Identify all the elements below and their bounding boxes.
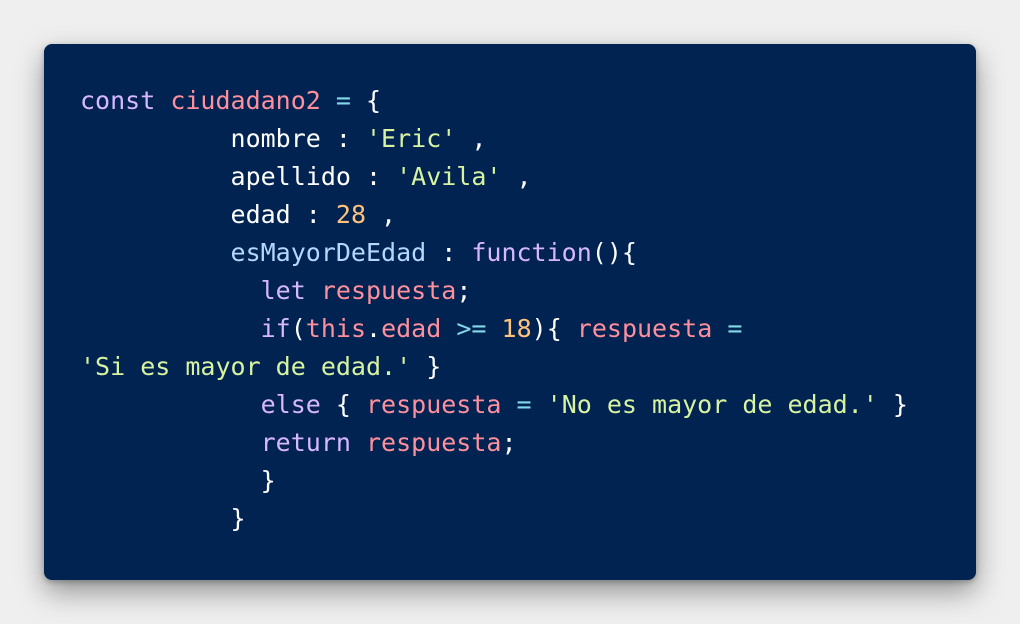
code-token-var: this	[305, 314, 367, 343]
code-token-kw: return	[260, 428, 351, 457]
code-token-punc: :	[350, 162, 397, 191]
code-token-func: esMayorDeEdad	[230, 238, 427, 267]
code-line: 'Si es mayor de edad.' }	[80, 348, 908, 386]
code-token-punc: ;	[501, 428, 517, 457]
code-token-punc: .	[366, 314, 382, 343]
code-line: apellido : 'Avila' ,	[80, 158, 908, 196]
code-line: if(this.edad >= 18){ respuesta =	[80, 310, 908, 348]
code-token-var: respuesta	[576, 314, 713, 343]
code-token-prop: nombre	[230, 124, 321, 153]
code-line: return respuesta;	[80, 424, 908, 462]
code-token-punc: (){	[591, 238, 637, 267]
code-token-punc: ,	[501, 162, 532, 191]
code-token-punc: :	[290, 200, 336, 229]
code-token-str: 'Si es mayor de edad.'	[80, 352, 412, 381]
code-token-op: =	[516, 390, 532, 419]
code-token-kw: const	[80, 86, 156, 115]
code-token-kw: function	[471, 238, 592, 267]
code-token-kw: if	[260, 314, 291, 343]
code-token-punc: ,	[366, 200, 397, 229]
code-line: const ciudadano2 = {	[80, 82, 908, 120]
code-token-punc: ,	[456, 124, 487, 153]
code-token-punc: }	[411, 352, 442, 381]
code-line: else { respuesta = 'No es mayor de edad.…	[80, 386, 908, 424]
code-token-prop: apellido	[230, 162, 351, 191]
code-line: esMayorDeEdad : function(){	[80, 234, 908, 272]
code-token-op: =	[727, 314, 743, 343]
code-line: edad : 28 ,	[80, 196, 908, 234]
code-token-punc: {	[366, 86, 382, 115]
code-token-str: 'Avila'	[396, 162, 502, 191]
code-token-str: 'No es mayor de edad.'	[546, 390, 878, 419]
code-token-punc: (	[290, 314, 306, 343]
code-token-num: 28	[335, 200, 366, 229]
code-line: nombre : 'Eric' ,	[80, 120, 908, 158]
code-token-punc: ){	[531, 314, 577, 343]
code-token-str: 'Eric'	[365, 124, 457, 153]
code-block-card: const ciudadano2 = { nombre : 'Eric' , a…	[44, 44, 976, 580]
code-line: }	[80, 500, 908, 538]
code-token-num: 18	[501, 314, 532, 343]
code-token-var: respuesta	[366, 428, 502, 457]
code-token-punc: :	[426, 238, 472, 267]
code-token-punc: {	[320, 390, 366, 419]
code-token-kw: let	[260, 276, 306, 305]
code-token-punc: :	[320, 124, 366, 153]
code-line: let respuesta;	[80, 272, 908, 310]
code-token-punc: }	[230, 504, 246, 533]
code-token-punc: }	[260, 466, 276, 495]
code-token-op: =	[335, 86, 351, 115]
code-token-var: respuesta	[366, 390, 502, 419]
code-token-punc: ;	[456, 276, 472, 305]
code-token-var: respuesta	[320, 276, 457, 305]
code-line: }	[80, 462, 908, 500]
code-token-var: edad	[381, 314, 442, 343]
code-token-op: >=	[456, 314, 487, 343]
code-block: const ciudadano2 = { nombre : 'Eric' , a…	[80, 82, 908, 538]
code-token-prop: edad	[230, 200, 291, 229]
code-token-kw: else	[260, 390, 321, 419]
code-token-punc: }	[877, 390, 908, 419]
code-token-var: ciudadano2	[170, 86, 321, 115]
